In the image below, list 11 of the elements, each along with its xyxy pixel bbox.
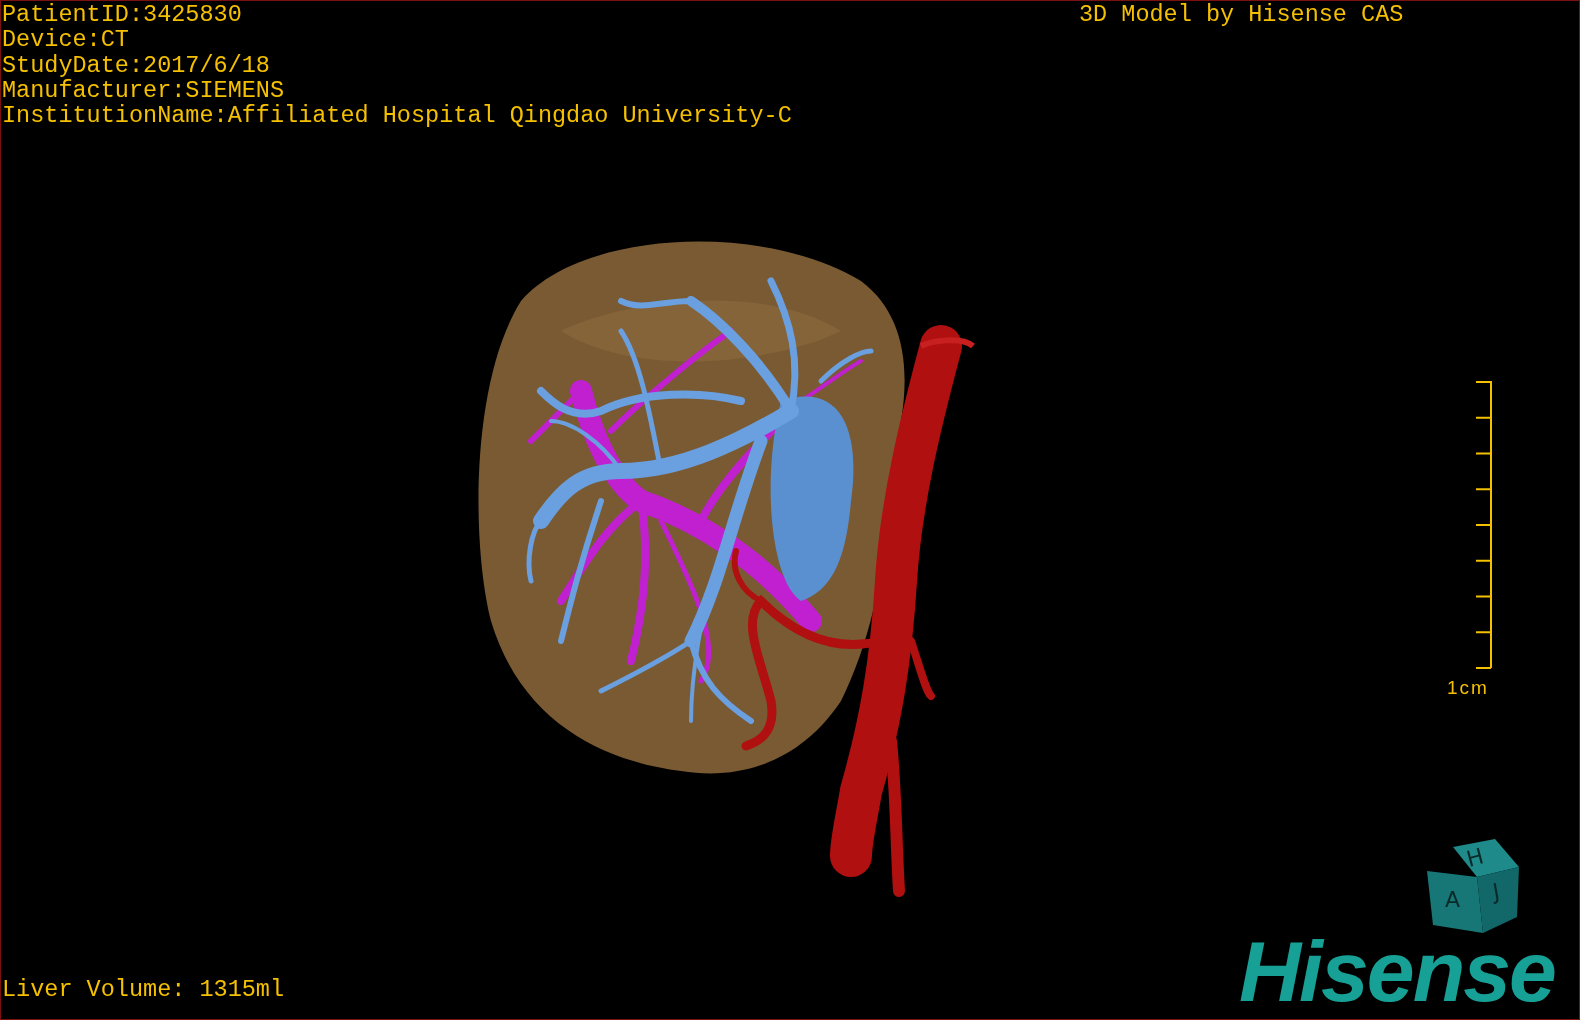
cube-face-label: J [1491,880,1502,904]
study-info-text: StudyDate:2017/6/18 [2,52,271,78]
study-info-text: Device:CT [2,27,130,53]
scale-label: 1cm [1447,677,1489,699]
study-info-text: InstitutionName:Affiliated Hospital Qingdao University-C [2,103,792,129]
study-info-text: Manufacturer:SIEMENS [2,77,286,104]
liver-volume-text: Liver Volume: 1315ml [2,977,285,1003]
cube-face-label: A [1445,889,1461,911]
credit-text: 3D Model by Hisense CAS [1079,2,1404,28]
study-info-text: PatientID:3425830 [2,2,243,28]
cube-face-label: H [1464,845,1487,871]
